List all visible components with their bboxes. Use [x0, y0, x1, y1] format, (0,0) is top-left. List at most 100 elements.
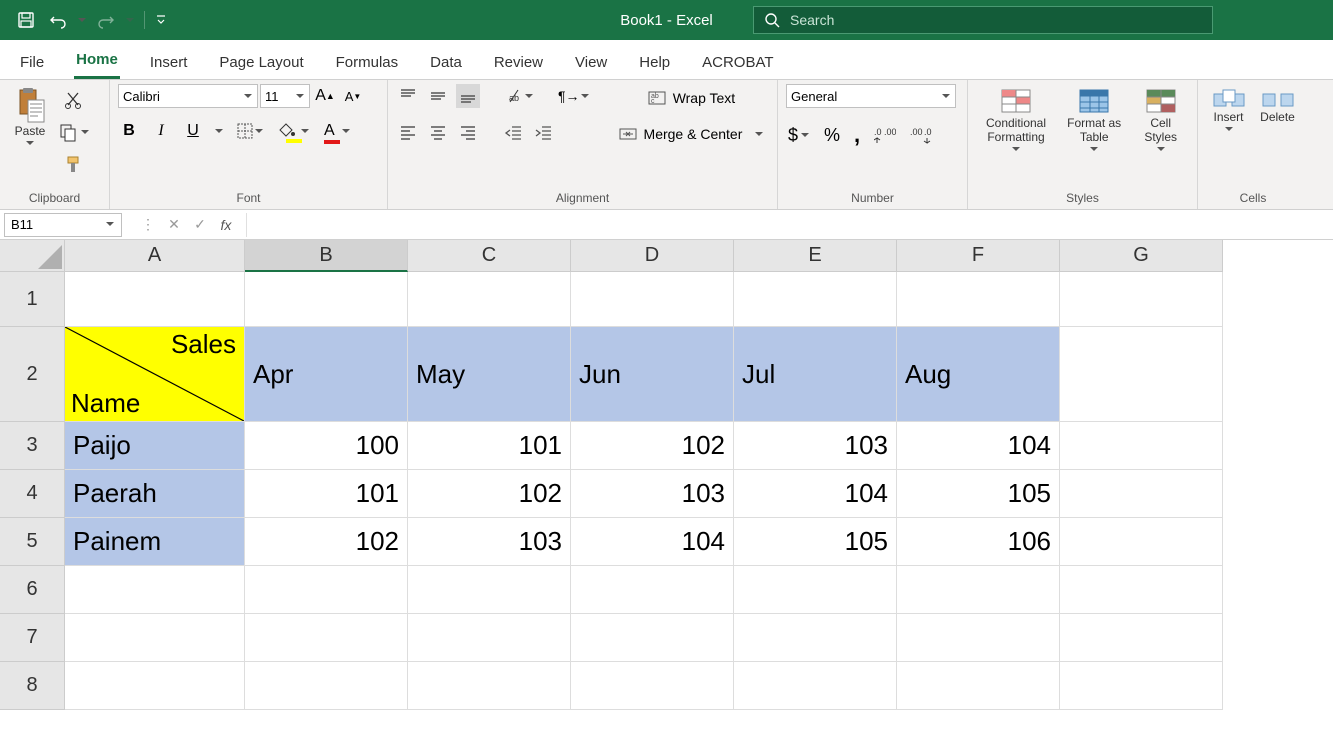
cut-button[interactable] — [56, 88, 92, 112]
column-header-F[interactable]: F — [897, 240, 1060, 272]
cell-A8[interactable] — [65, 662, 245, 710]
row-header-7[interactable]: 7 — [0, 614, 65, 662]
tab-help[interactable]: Help — [637, 46, 672, 79]
cell-F3[interactable]: 104 — [897, 422, 1060, 470]
bold-button[interactable]: B — [118, 120, 140, 142]
delete-cells-button[interactable]: Delete — [1255, 84, 1300, 126]
cell-C8[interactable] — [408, 662, 571, 710]
underline-button[interactable]: U — [182, 120, 204, 142]
redo-dropdown[interactable] — [124, 6, 136, 34]
cell-G1[interactable] — [1060, 272, 1223, 327]
cell-A7[interactable] — [65, 614, 245, 662]
tab-page-layout[interactable]: Page Layout — [217, 46, 305, 79]
cell-B5[interactable]: 102 — [245, 518, 408, 566]
row-header-3[interactable]: 3 — [0, 422, 65, 470]
tab-insert[interactable]: Insert — [148, 46, 190, 79]
align-left-button[interactable] — [396, 120, 420, 144]
column-header-A[interactable]: A — [65, 240, 245, 272]
format-as-table-button[interactable]: Format as Table — [1060, 84, 1128, 156]
italic-button[interactable]: I — [150, 120, 172, 142]
cell-D6[interactable] — [571, 566, 734, 614]
comma-button[interactable]: , — [852, 120, 862, 150]
cell-styles-button[interactable]: Cell Styles — [1132, 84, 1189, 156]
cell-A4[interactable]: Paerah — [65, 470, 245, 518]
cell-G6[interactable] — [1060, 566, 1223, 614]
customize-qat[interactable] — [153, 6, 169, 34]
underline-dropdown[interactable] — [214, 126, 224, 136]
cell-F1[interactable] — [897, 272, 1060, 327]
cell-G2[interactable] — [1060, 327, 1223, 422]
cell-G8[interactable] — [1060, 662, 1223, 710]
cell-E2[interactable]: Jul — [734, 327, 897, 422]
cell-B7[interactable] — [245, 614, 408, 662]
align-center-button[interactable] — [426, 120, 450, 144]
column-header-C[interactable]: C — [408, 240, 571, 272]
cell-C6[interactable] — [408, 566, 571, 614]
cell-E1[interactable] — [734, 272, 897, 327]
cell-F8[interactable] — [897, 662, 1060, 710]
insert-function-button[interactable]: fx — [216, 217, 236, 233]
decrease-indent-button[interactable] — [502, 120, 526, 144]
cell-B2[interactable]: Apr — [245, 327, 408, 422]
number-format-combo[interactable]: General — [786, 84, 956, 108]
cell-E5[interactable]: 105 — [734, 518, 897, 566]
row-header-4[interactable]: 4 — [0, 470, 65, 518]
decrease-decimal-button[interactable]: .00.0 — [908, 123, 934, 147]
font-color-button[interactable]: A — [322, 120, 353, 142]
cell-E8[interactable] — [734, 662, 897, 710]
column-header-B[interactable]: B — [245, 240, 408, 272]
column-header-D[interactable]: D — [571, 240, 734, 272]
tab-file[interactable]: File — [18, 46, 46, 79]
formula-input[interactable] — [247, 213, 1333, 237]
cell-B3[interactable]: 100 — [245, 422, 408, 470]
decrease-font-button[interactable]: A▼ — [340, 87, 366, 106]
cell-D2[interactable]: Jun — [571, 327, 734, 422]
cell-B6[interactable] — [245, 566, 408, 614]
cell-E6[interactable] — [734, 566, 897, 614]
cell-C2[interactable]: May — [408, 327, 571, 422]
paste-button[interactable]: Paste — [8, 84, 52, 150]
percent-button[interactable]: % — [822, 123, 842, 148]
tab-acrobat[interactable]: ACROBAT — [700, 46, 775, 79]
tab-data[interactable]: Data — [428, 46, 464, 79]
search-input[interactable] — [790, 12, 1202, 28]
cell-D5[interactable]: 104 — [571, 518, 734, 566]
orientation-button[interactable]: ab — [502, 84, 536, 108]
cell-D3[interactable]: 102 — [571, 422, 734, 470]
search-box[interactable] — [753, 6, 1213, 34]
save-button[interactable] — [12, 6, 40, 34]
align-top-button[interactable] — [396, 84, 420, 108]
undo-dropdown[interactable] — [76, 6, 88, 34]
tab-review[interactable]: Review — [492, 46, 545, 79]
increase-decimal-button[interactable]: .0.00 — [872, 123, 898, 147]
cell-C1[interactable] — [408, 272, 571, 327]
cell-A6[interactable] — [65, 566, 245, 614]
cell-G7[interactable] — [1060, 614, 1223, 662]
font-name-combo[interactable]: Calibri — [118, 84, 258, 108]
ltr-button[interactable]: ¶→ — [556, 86, 592, 106]
cell-C4[interactable]: 102 — [408, 470, 571, 518]
tab-home[interactable]: Home — [74, 43, 120, 79]
select-all-corner[interactable] — [0, 240, 65, 272]
cell-A3[interactable]: Paijo — [65, 422, 245, 470]
merge-center-button[interactable]: Merge & Center — [616, 122, 767, 146]
column-header-E[interactable]: E — [734, 240, 897, 272]
cell-F5[interactable]: 106 — [897, 518, 1060, 566]
cell-A5[interactable]: Painem — [65, 518, 245, 566]
cell-A2[interactable]: SalesName — [65, 327, 245, 422]
conditional-formatting-button[interactable]: Conditional Formatting — [976, 84, 1056, 156]
cell-G3[interactable] — [1060, 422, 1223, 470]
cell-C5[interactable]: 103 — [408, 518, 571, 566]
increase-indent-button[interactable] — [532, 120, 556, 144]
enter-formula-button[interactable]: ✓ — [190, 216, 210, 233]
cell-E7[interactable] — [734, 614, 897, 662]
cell-F7[interactable] — [897, 614, 1060, 662]
row-header-6[interactable]: 6 — [0, 566, 65, 614]
cell-D1[interactable] — [571, 272, 734, 327]
align-bottom-button[interactable] — [456, 84, 480, 108]
undo-button[interactable] — [44, 6, 72, 34]
row-header-1[interactable]: 1 — [0, 272, 65, 327]
name-box[interactable]: B11 — [4, 213, 122, 237]
row-header-5[interactable]: 5 — [0, 518, 65, 566]
tab-view[interactable]: View — [573, 46, 609, 79]
